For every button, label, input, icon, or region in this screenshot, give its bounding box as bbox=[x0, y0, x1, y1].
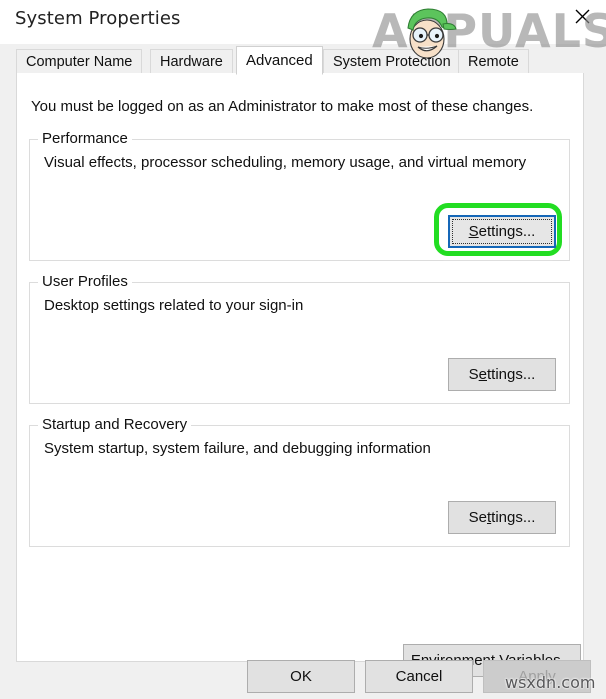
group-startup-description: System startup, system failure, and debu… bbox=[44, 440, 431, 457]
tab-remote[interactable]: Remote bbox=[458, 49, 529, 74]
accel-char: e bbox=[478, 366, 487, 383]
group-performance-legend: Performance bbox=[38, 130, 132, 147]
performance-settings-button[interactable]: Settings... bbox=[448, 215, 556, 248]
label-rest: tings... bbox=[491, 509, 536, 526]
close-icon[interactable] bbox=[559, 0, 606, 32]
ok-button[interactable]: OK bbox=[247, 660, 355, 693]
performance-settings-label: Settings... bbox=[469, 224, 536, 239]
label-pre: Se bbox=[468, 509, 487, 526]
group-user-profiles-description: Desktop settings related to your sign-in bbox=[44, 297, 304, 314]
label-rest: ettings... bbox=[478, 223, 536, 240]
accel-char: S bbox=[468, 223, 479, 240]
title-bar: System Properties bbox=[0, 0, 606, 44]
cancel-button[interactable]: Cancel bbox=[365, 660, 473, 693]
group-performance: Performance Visual effects, processor sc… bbox=[29, 130, 570, 261]
window-title: System Properties bbox=[15, 8, 181, 29]
label-pre: S bbox=[468, 366, 479, 383]
tab-page-advanced: You must be logged on as an Administrato… bbox=[16, 73, 584, 677]
user-profiles-settings-label: Settings... bbox=[469, 367, 536, 382]
system-properties-dialog: System Properties Computer Name Hardware… bbox=[0, 0, 606, 699]
group-user-profiles-legend: User Profiles bbox=[38, 273, 132, 290]
tab-computer-name[interactable]: Computer Name bbox=[16, 49, 143, 74]
tab-hardware[interactable]: Hardware bbox=[150, 49, 233, 74]
group-user-profiles: User Profiles Desktop settings related t… bbox=[29, 273, 570, 404]
group-startup-and-recovery: Startup and Recovery System startup, sys… bbox=[29, 416, 570, 547]
tab-advanced[interactable]: Advanced bbox=[236, 46, 323, 75]
user-profiles-settings-button[interactable]: Settings... bbox=[448, 358, 556, 391]
admin-notice-text: You must be logged on as an Administrato… bbox=[31, 98, 534, 115]
startup-settings-label: Settings... bbox=[469, 510, 536, 525]
label-rest: ttings... bbox=[487, 366, 536, 383]
group-startup-legend: Startup and Recovery bbox=[38, 416, 192, 433]
apply-button: Apply bbox=[483, 660, 591, 693]
startup-settings-button[interactable]: Settings... bbox=[448, 501, 556, 534]
tab-system-protection[interactable]: System Protection bbox=[323, 49, 461, 74]
group-performance-description: Visual effects, processor scheduling, me… bbox=[44, 154, 527, 171]
tab-strip: Computer Name Hardware Advanced System P… bbox=[16, 46, 584, 75]
